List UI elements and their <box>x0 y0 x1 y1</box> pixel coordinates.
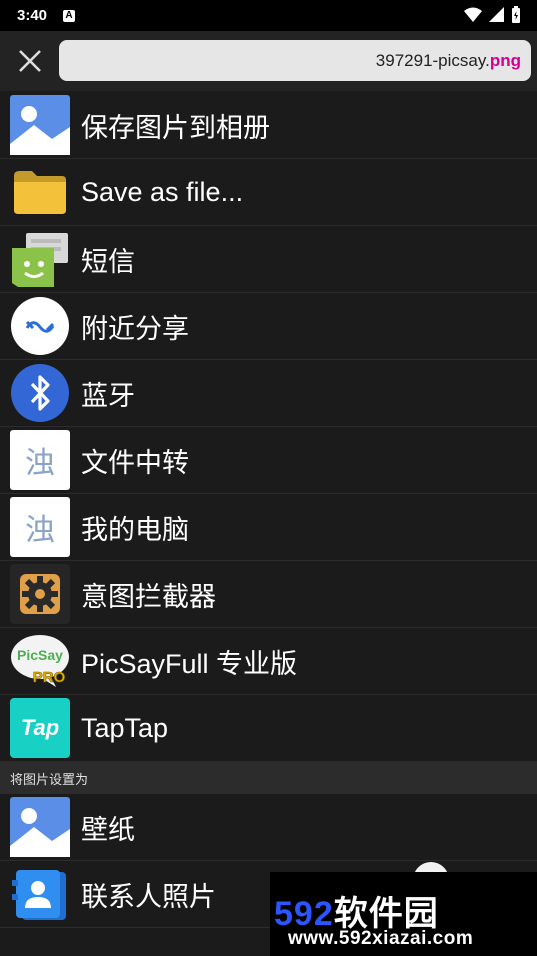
folder-icon <box>14 171 66 214</box>
share-item-label: PicSayFull 专业版 <box>81 648 298 679</box>
share-toolbar: 397291-picsay. png <box>0 31 537 91</box>
set-as-section-header: 将图片设置为 <box>0 762 537 794</box>
gear-icon <box>10 564 70 624</box>
bluetooth-icon <box>11 364 69 422</box>
share-item-label: TapTap <box>81 712 169 743</box>
share-item-label: 蓝牙 <box>81 380 135 411</box>
set-as-label: 壁纸 <box>81 814 135 845</box>
share-item-label: 保存图片到相册 <box>81 112 270 143</box>
picsay-badge-top: PicSay <box>17 647 63 663</box>
sms-icon <box>12 233 68 287</box>
file-transfer-glyph: 浊 <box>25 446 55 481</box>
signal-icon <box>489 7 504 22</box>
share-item-label: 短信 <box>81 246 135 277</box>
close-button[interactable] <box>12 43 48 79</box>
set-as-label: 联系人照片 <box>81 881 216 912</box>
share-target-list: 保存图片到相册 Save as file... 短信 附近分享 蓝牙 浊 文件中… <box>0 92 537 928</box>
share-item-label: 我的电脑 <box>81 514 189 545</box>
contact-icon <box>12 870 66 920</box>
share-item-nearby-share[interactable]: 附近分享 <box>0 293 537 360</box>
notification-a-icon: A <box>63 9 76 22</box>
gallery-icon <box>10 797 70 857</box>
share-item-label: 文件中转 <box>81 447 189 478</box>
status-bar: 3:40 A <box>0 0 537 31</box>
share-item-label: Save as file... <box>81 176 244 207</box>
close-icon <box>19 50 41 72</box>
taptap-icon: Tap <box>10 698 70 758</box>
share-item-my-computer[interactable]: 浊 我的电脑 <box>0 494 537 561</box>
share-item-save-as-file[interactable]: Save as file... <box>0 159 537 226</box>
battery-icon <box>512 6 520 23</box>
share-item-picsay-pro[interactable]: PicSay PRO PicSayFull 专业版 <box>0 628 537 695</box>
filename-field[interactable]: 397291-picsay. png <box>59 40 531 81</box>
filename-extension: png <box>489 50 521 70</box>
picsay-pro-icon: PicSay PRO <box>11 635 69 687</box>
picsay-badge-bottom: PRO <box>33 669 66 686</box>
share-item-intent-interceptor[interactable]: 意图拦截器 <box>0 561 537 628</box>
file-transfer-icon: 浊 <box>10 430 70 490</box>
nearby-share-icon <box>11 297 69 355</box>
gallery-icon <box>10 95 70 155</box>
wifi-icon <box>464 7 482 22</box>
share-item-taptap[interactable]: Tap TapTap <box>0 695 537 762</box>
share-item-bluetooth[interactable]: 蓝牙 <box>0 360 537 427</box>
watermark: 592软件园 www.592xiazai.com <box>270 872 537 956</box>
my-computer-icon: 浊 <box>10 497 70 557</box>
share-item-sms[interactable]: 短信 <box>0 226 537 293</box>
set-as-wallpaper[interactable]: 壁纸 <box>0 794 537 861</box>
taptap-badge: Tap <box>20 715 60 740</box>
share-item-save-to-album[interactable]: 保存图片到相册 <box>0 92 537 159</box>
share-item-file-transfer[interactable]: 浊 文件中转 <box>0 427 537 494</box>
share-item-label: 附近分享 <box>81 313 189 344</box>
filename-base: 397291-picsay. <box>375 50 490 70</box>
my-computer-glyph: 浊 <box>25 513 55 548</box>
status-time: 3:40 <box>17 7 48 24</box>
share-item-label: 意图拦截器 <box>81 581 216 612</box>
watermark-url: www.592xiazai.com <box>288 928 474 949</box>
